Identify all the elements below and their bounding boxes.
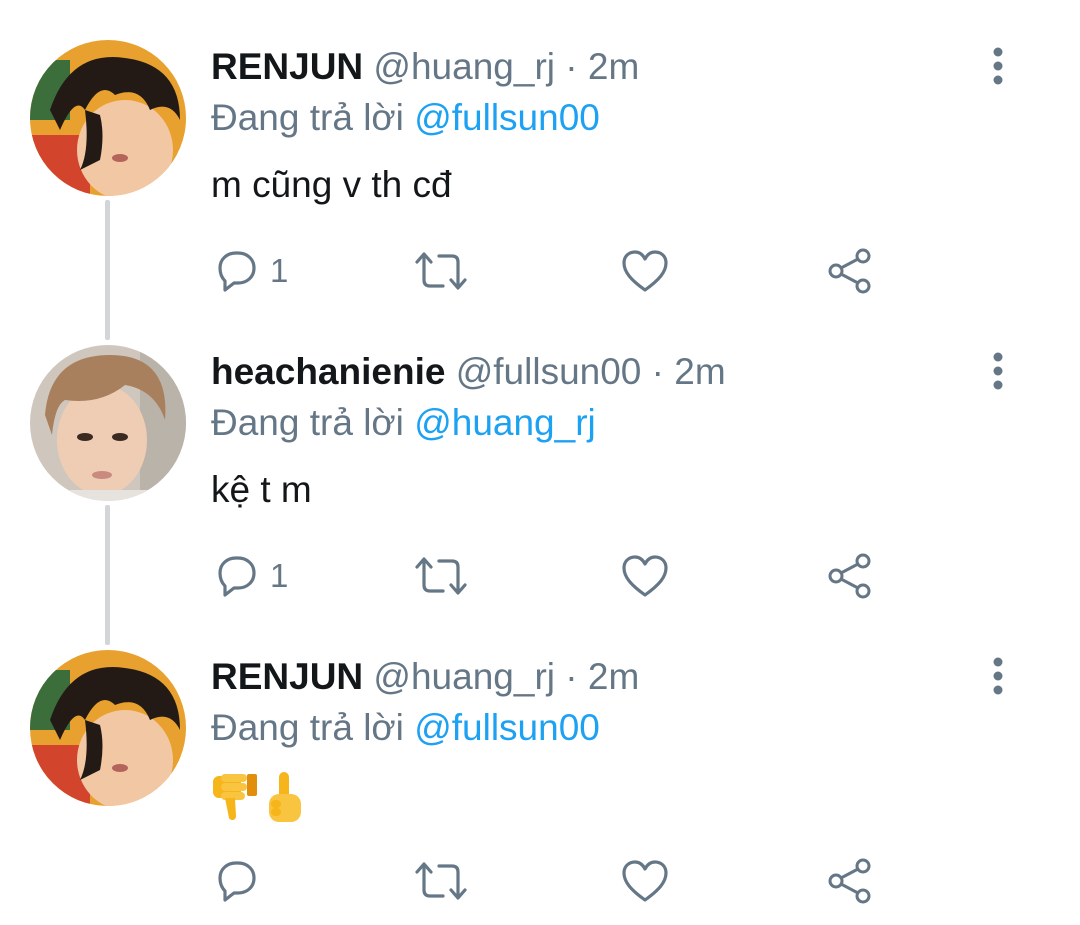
- action-bar: 1: [0, 246, 1080, 296]
- tweet-emojis: [211, 770, 305, 826]
- tweet[interactable]: RENJUN @huang_rj · 2m Đang trả lời @full…: [0, 610, 1080, 915]
- share-button[interactable]: [825, 246, 875, 296]
- speech-bubble-icon: [218, 251, 256, 292]
- heart-icon: [622, 860, 668, 902]
- retweet-icon: [415, 557, 467, 595]
- mention-link[interactable]: @huang_rj: [414, 402, 596, 443]
- retweet-icon: [415, 252, 467, 290]
- more-options-button[interactable]: [984, 349, 1012, 393]
- tweet-header: heachanienie @fullsun00 · 2m: [211, 349, 726, 395]
- reply-button[interactable]: 1: [214, 551, 288, 601]
- vertical-dots-icon: [993, 657, 1003, 695]
- avatar[interactable]: [30, 345, 186, 501]
- action-bar: 1: [0, 551, 1080, 601]
- retweet-icon: [415, 862, 467, 900]
- reply-button[interactable]: [214, 856, 270, 906]
- heart-icon: [622, 555, 668, 597]
- share-button[interactable]: [825, 551, 875, 601]
- user-handle[interactable]: @huang_rj: [373, 46, 555, 87]
- reply-button[interactable]: 1: [214, 246, 288, 296]
- more-options-button[interactable]: [984, 654, 1012, 698]
- replying-to: Đang trả lời @fullsun00: [211, 705, 600, 751]
- action-bar: [0, 856, 1080, 906]
- retweet-button[interactable]: [413, 551, 469, 601]
- timestamp: · 2m: [565, 46, 640, 87]
- reply-count: 1: [270, 557, 289, 594]
- replying-to: Đang trả lời @fullsun00: [211, 95, 600, 141]
- timestamp: · 2m: [651, 351, 726, 392]
- retweet-button[interactable]: [413, 856, 469, 906]
- replying-to-label: Đang trả lời: [211, 707, 404, 748]
- tweet[interactable]: heachanienie @fullsun00 · 2m Đang trả lờ…: [0, 305, 1080, 610]
- mention-link[interactable]: @fullsun00: [414, 707, 600, 748]
- speech-bubble-icon: [218, 556, 256, 597]
- user-handle[interactable]: @fullsun00: [456, 351, 642, 392]
- share-icon: [828, 553, 871, 599]
- retweet-button[interactable]: [413, 246, 469, 296]
- thumbs-down-emoji-icon: [213, 774, 257, 821]
- timestamp: · 2m: [565, 656, 640, 697]
- share-button[interactable]: [825, 856, 875, 906]
- more-options-button[interactable]: [984, 44, 1012, 88]
- user-handle[interactable]: @huang_rj: [373, 656, 555, 697]
- share-icon: [828, 858, 871, 904]
- like-button[interactable]: [620, 551, 670, 601]
- tweet-header: RENJUN @huang_rj · 2m: [211, 44, 639, 90]
- display-name[interactable]: heachanienie: [211, 351, 445, 392]
- tweet-text: kệ t m: [211, 469, 312, 510]
- like-button[interactable]: [620, 246, 670, 296]
- vertical-dots-icon: [993, 47, 1003, 85]
- replying-to-label: Đang trả lời: [211, 402, 404, 443]
- speech-bubble-icon: [218, 861, 256, 902]
- tweet-header: RENJUN @huang_rj · 2m: [211, 654, 639, 700]
- reply-count: 1: [270, 252, 289, 289]
- like-button[interactable]: [620, 856, 670, 906]
- avatar[interactable]: [30, 40, 186, 196]
- display-name[interactable]: RENJUN: [211, 46, 363, 87]
- share-icon: [828, 248, 871, 294]
- tweet[interactable]: RENJUN @huang_rj · 2m Đang trả lời @full…: [0, 0, 1080, 305]
- mention-link[interactable]: @fullsun00: [414, 97, 600, 138]
- heart-icon: [622, 250, 668, 292]
- replying-to-label: Đang trả lời: [211, 97, 404, 138]
- avatar[interactable]: [30, 650, 186, 806]
- tweet-text: m cũng v th cđ: [211, 164, 452, 205]
- vertical-dots-icon: [993, 352, 1003, 390]
- pointing-up-emoji-icon: [269, 772, 301, 822]
- replying-to: Đang trả lời @huang_rj: [211, 400, 596, 446]
- display-name[interactable]: RENJUN: [211, 656, 363, 697]
